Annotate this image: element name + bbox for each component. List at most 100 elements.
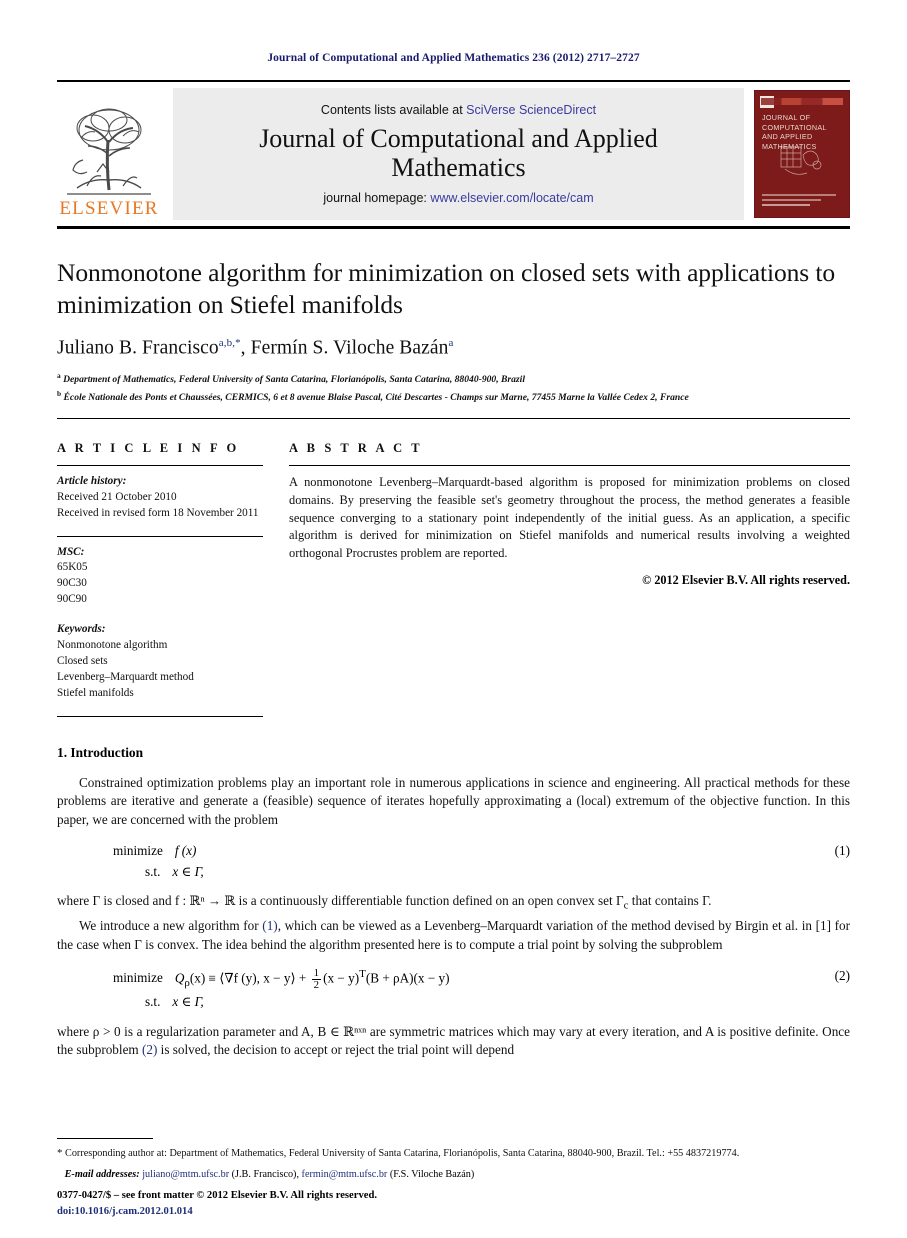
abstract-heading: A B S T R A C T xyxy=(289,440,423,455)
author-marks: a xyxy=(448,337,454,350)
equation-2: minimize Qρ(x) ≡ ⟨∇f (y), x − y⟩ + 1 2 (x −… xyxy=(57,966,850,1013)
doi-link[interactable]: doi:10.1016/j.cam.2012.01.014 xyxy=(57,1204,377,1220)
equation-2-objective-sup: T xyxy=(359,968,366,981)
equation-2-fraction: 12 xyxy=(311,967,322,992)
journal-cover-thumbnail: JOURNAL OF COMPUTATIONAL AND APPLIED MAT… xyxy=(754,90,850,218)
affiliation-text: École Nationale des Ponts et Chaussées, … xyxy=(63,391,689,403)
affiliation-mark: b xyxy=(57,388,62,398)
article-info-heading: A R T I C L E I N F O xyxy=(57,440,240,455)
homepage-prefix: journal homepage: xyxy=(323,191,431,206)
msc-group: MSC: 65K05 90C30 90C90 xyxy=(57,545,263,609)
cover-colorbar xyxy=(761,98,843,105)
article-info-rule xyxy=(57,464,263,466)
equation-2-fraction-denominator: 2 xyxy=(313,979,320,992)
author-name: Fermín S. Viloche Bazán xyxy=(250,337,449,359)
article-history-item: Received in revised form 18 November 201… xyxy=(57,506,259,519)
article-history-label: Article history: xyxy=(57,474,127,487)
equation-1-line-1: minimize f (x) xyxy=(113,841,810,861)
keyword-item: Nonmonotone algorithm xyxy=(57,639,168,652)
equation-1-line-2: s.t. x ∈ Γ, xyxy=(113,862,810,882)
sciencedirect-link[interactable]: SciVerse ScienceDirect xyxy=(466,103,596,117)
info-abstract-row: A R T I C L E I N F O Article history: R… xyxy=(57,441,850,717)
email-owner-2: (F.S. Viloche Bazán) xyxy=(389,1169,475,1180)
affiliation-item: a Department of Mathematics, Federal Uni… xyxy=(57,370,850,388)
equation-2-st-label: s.t. xyxy=(145,994,161,1010)
affiliation-text: Department of Mathematics, Federal Unive… xyxy=(63,373,525,385)
equation-2-line-2: s.t. x ∈ Γ, xyxy=(113,992,810,1012)
email-link-2[interactable]: fermin@mtm.ufsc.br xyxy=(302,1169,388,1180)
paragraph-intro-2-tail: that contains Γ. xyxy=(628,893,712,909)
msc-item: 90C30 xyxy=(57,577,87,590)
journal-title: Journal of Computational and Applied Mat… xyxy=(259,123,658,182)
page-title: Nonmonotone algorithm for minimization o… xyxy=(57,258,836,320)
paragraph-intro-4: where ρ > 0 is a regularization paramete… xyxy=(57,1023,850,1060)
equation-2-number: (2) xyxy=(834,968,850,984)
article-info-rule-2 xyxy=(57,535,263,537)
abstract-copyright: © 2012 Elsevier B.V. All rights reserved… xyxy=(642,573,850,588)
equation-1-body: minimize f (x) s.t. x ∈ Γ, xyxy=(57,841,810,882)
footnote-block: * Corresponding author at: Department of… xyxy=(57,1138,850,1180)
journal-masthead: ELSEVIER Contents lists available at Sci… xyxy=(57,80,850,229)
equation-2-objective-tail: (x − y) xyxy=(323,970,360,986)
abstract-column: A B S T R A C T A nonmonotone Levenberg–… xyxy=(289,441,850,717)
article-info-column: A R T I C L E I N F O Article history: R… xyxy=(57,441,289,717)
equation-reference-1[interactable]: (1) xyxy=(262,918,277,933)
contents-available-line: Contents lists available at SciVerse Sci… xyxy=(321,103,596,117)
keywords-label: Keywords: xyxy=(57,623,106,636)
keyword-item: Levenberg–Marquardt method xyxy=(57,670,194,683)
equation-2-objective-rest: (x) ≡ ⟨∇f (y), x − y⟩ + xyxy=(189,970,307,986)
abstract-text: A nonmonotone Levenberg–Marquardt-based … xyxy=(289,474,850,561)
equation-reference-2[interactable]: (2) xyxy=(142,1042,157,1057)
paragraph-intro-2: where Γ is closed and f : ℝⁿ → ℝ is a co… xyxy=(57,892,850,914)
article-history-item: Received 21 October 2010 xyxy=(57,490,177,503)
paragraph-intro-2-text: where Γ is closed and f : ℝⁿ → ℝ is a co… xyxy=(57,893,624,909)
equation-2-minimize-label: minimize xyxy=(113,970,163,986)
equation-1-objective: f (x) xyxy=(174,843,197,859)
email-owner-1: (J.B. Francisco) xyxy=(231,1169,297,1180)
affiliation-item: b École Nationale des Ponts et Chaussées… xyxy=(57,388,850,406)
section-heading-introduction: 1. Introduction xyxy=(57,744,144,760)
email-link-1[interactable]: juliano@mtm.ufsc.br xyxy=(142,1169,229,1180)
equation-1-minimize-label: minimize xyxy=(113,843,163,859)
paragraph-intro-3-head: We introduce a new algorithm for xyxy=(79,918,263,934)
introduction-section: 1. Introduction Constrained optimization… xyxy=(57,745,850,1060)
running-head: Journal of Computational and Applied Mat… xyxy=(267,52,640,64)
elsevier-wordmark: ELSEVIER xyxy=(59,198,159,219)
journal-band: Contents lists available at SciVerse Sci… xyxy=(173,88,744,220)
paragraph-intro-1: Constrained optimization problems play a… xyxy=(57,774,850,827)
author-list: Juliano B. Franciscoa,b,*, Fermín S. Vil… xyxy=(57,337,454,359)
asterisk-icon: * xyxy=(57,1147,63,1160)
equation-2-objective-head: Q xyxy=(174,970,185,986)
equation-2-line-1: minimize Qρ(x) ≡ ⟨∇f (y), x − y⟩ + 1 2 (x −… xyxy=(113,966,810,992)
elsevier-logo: ELSEVIER xyxy=(57,88,161,220)
cover-figure-icon xyxy=(780,146,822,175)
keyword-item: Closed sets xyxy=(57,655,108,667)
keyword-item: Stiefel manifolds xyxy=(57,686,134,699)
email-note: E-mail addresses: juliano@mtm.ufsc.br (J… xyxy=(64,1169,475,1180)
journal-homepage-link[interactable]: www.elsevier.com/locate/cam xyxy=(430,191,593,205)
equation-2-body: minimize Qρ(x) ≡ ⟨∇f (y), x − y⟩ + 1 2 (x −… xyxy=(57,966,810,1013)
corresponding-author-text: Corresponding author at: Department of M… xyxy=(65,1148,740,1160)
cover-footer-lines xyxy=(762,194,842,209)
abstract-rule xyxy=(289,464,850,466)
equation-2-constraint: x ∈ Γ, xyxy=(172,994,204,1010)
paragraph-intro-3: We introduce a new algorithm for (1), wh… xyxy=(57,917,850,954)
msc-item: 90C90 xyxy=(57,593,87,606)
equation-1-constraint: x ∈ Γ, xyxy=(172,863,204,879)
corresponding-author-note: * Corresponding author at: Department of… xyxy=(57,1146,850,1162)
issn-line: 0377-0427/$ – see front matter © 2012 El… xyxy=(57,1190,377,1202)
journal-homepage-line: journal homepage: www.elsevier.com/locat… xyxy=(323,191,593,205)
equation-1-st-label: s.t. xyxy=(145,863,161,879)
affiliation-mark: a xyxy=(57,370,61,380)
footnote-divider xyxy=(57,1138,153,1140)
paper-page: Journal of Computational and Applied Mat… xyxy=(0,0,907,1238)
equation-1-number: (1) xyxy=(834,843,850,859)
title-divider xyxy=(57,417,850,419)
article-info-rule-3 xyxy=(57,715,263,717)
email-label: E-mail addresses: xyxy=(64,1169,140,1180)
article-history-group: Article history: Received 21 October 201… xyxy=(57,474,263,522)
equation-1: minimize f (x) s.t. x ∈ Γ, (1) xyxy=(57,841,850,882)
author-marks: a,b,* xyxy=(218,337,241,350)
keywords-group: Keywords: Nonmonotone algorithm Closed s… xyxy=(57,622,263,702)
article-title-block: Nonmonotone algorithm for minimization o… xyxy=(57,257,850,406)
